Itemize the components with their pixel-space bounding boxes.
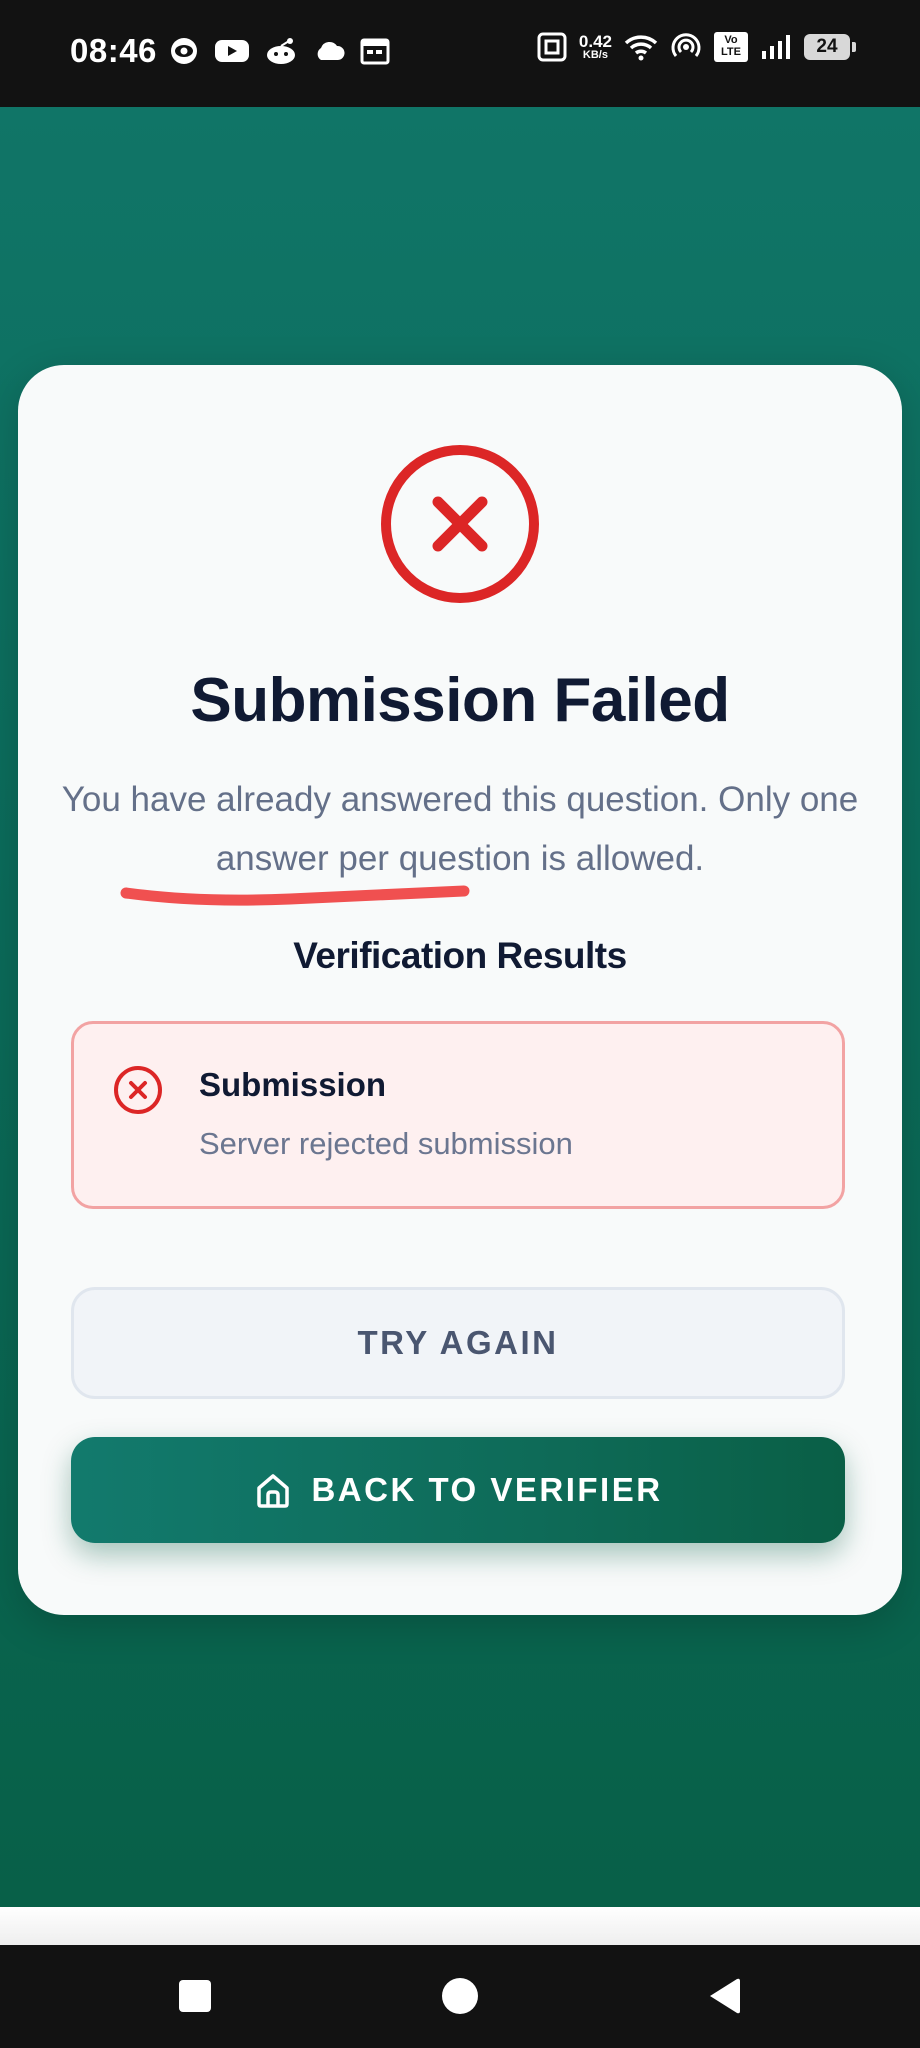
notification-icons [168,36,390,66]
recents-button[interactable] [170,1971,220,2021]
annotation-underline [120,885,470,906]
x-circle-icon [114,1066,162,1114]
back-to-verifier-label: BACK TO VERIFIER [311,1471,663,1508]
hotspot-icon [671,33,701,57]
back-to-verifier-button[interactable]: BACK TO VERIFIER [71,1437,845,1543]
system-navigation-bar [0,1945,920,2048]
bottom-strip [0,1907,920,1945]
status-bar: 08:46 0.42 KB/s Vo LTE 24 [0,0,920,107]
result-card: Submission Failed You have already answe… [18,365,902,1615]
wifi-icon [624,35,658,61]
volte-icon: Vo LTE [714,32,748,62]
failure-x-circle-icon [381,445,539,603]
signal-icon [762,35,790,59]
network-speed-value: 0.42 [578,32,612,51]
network-speed-unit: KB/s [582,49,608,61]
battery-level: 24 [816,36,838,57]
battery-icon: 24 [804,34,856,60]
network-speed: 0.42 KB/s [579,33,612,61]
result-detail: Server rejected submission [199,1126,573,1161]
eye-icon [171,38,197,64]
error-message: You have already answered this question.… [61,780,859,878]
result-title: Submission [199,1066,387,1103]
verification-results-heading: Verification Results [293,935,627,976]
nfc-icon [537,32,567,62]
status-time: 08:46 [70,32,157,69]
verification-result-item: Submission Server rejected submission [71,1021,845,1209]
calendar-icon [360,38,390,65]
home-icon [257,1474,290,1508]
reddit-icon [267,38,295,64]
youtube-icon [215,40,249,62]
system-icons: 0.42 KB/s Vo LTE 24 [537,32,856,62]
cloud-icon [317,41,345,60]
try-again-button[interactable]: TRY AGAIN [71,1287,845,1399]
home-button[interactable] [435,1971,485,2021]
volte-bottom: LTE [721,46,741,58]
page-title: Submission Failed [190,666,730,735]
back-button[interactable] [700,1971,750,2021]
